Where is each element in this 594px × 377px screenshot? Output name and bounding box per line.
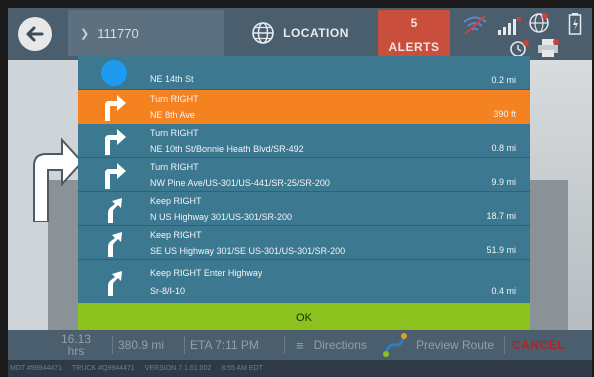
direction-row[interactable]: Keep RIGHT N US Highway 301/US-301/SR-20… bbox=[78, 192, 530, 226]
current-location-dot-icon bbox=[101, 60, 127, 86]
truck-number: TRUCK #Q9944471 bbox=[72, 365, 135, 372]
top-bar: ❯ 111770 LOCATION 5 ALERTS bbox=[8, 8, 592, 60]
clock: 8:55 AM EDT bbox=[221, 365, 263, 372]
trip-time: 16.13 hrs bbox=[56, 330, 96, 360]
sync-icon bbox=[510, 40, 529, 57]
location-label: LOCATION bbox=[283, 26, 349, 40]
keep-right-icon bbox=[108, 198, 122, 223]
keep-right-icon bbox=[108, 271, 122, 296]
bottom-bar: 16.13 hrs 380.9 mi ETA 7:11 PM ≡ Directi… bbox=[8, 330, 592, 360]
direction-street: SE US Highway 301/SE US-301/US-301/SR-20… bbox=[150, 246, 346, 256]
trip-time-unit: hrs bbox=[67, 344, 85, 358]
directions-button[interactable]: ≡ Directions bbox=[296, 330, 367, 360]
battery-icon bbox=[568, 13, 582, 35]
route-selector[interactable]: ❯ 111770 bbox=[68, 10, 224, 56]
globe-status-icon bbox=[529, 13, 549, 33]
divider bbox=[184, 336, 185, 354]
direction-distance: 51.9 mi bbox=[486, 245, 516, 255]
signal-strength-icon bbox=[498, 17, 521, 35]
direction-street: Sr-8/I-10 bbox=[150, 286, 186, 296]
location-button[interactable]: LOCATION bbox=[230, 10, 370, 56]
directions-list-dialog: NE 14th St 0.2 mi Turn RIGHT NE 8th Ave … bbox=[78, 56, 530, 333]
keep-right-icon bbox=[108, 232, 122, 257]
divider bbox=[112, 336, 113, 354]
direction-distance: 9.9 mi bbox=[491, 177, 516, 187]
direction-row[interactable]: Turn RIGHT NE 10th St/Bonnie Heath Blvd/… bbox=[78, 124, 530, 158]
back-button[interactable] bbox=[18, 17, 52, 51]
divider bbox=[284, 336, 285, 354]
direction-distance: 0.4 mi bbox=[491, 286, 516, 296]
trip-distance: 380.9 mi bbox=[118, 338, 165, 352]
cancel-button[interactable]: CANCEL bbox=[512, 330, 565, 360]
turn-right-icon bbox=[105, 129, 126, 155]
direction-maneuver: Turn RIGHT bbox=[150, 128, 199, 138]
footer-status: MDT #99944471 TRUCK #Q9944471 VERSION 7.… bbox=[8, 360, 592, 377]
trip-eta: ETA 7:11 PM bbox=[190, 338, 259, 352]
directions-label: Directions bbox=[313, 338, 367, 352]
direction-distance: 390 ft bbox=[493, 109, 516, 119]
direction-street: NE 10th St/Bonnie Heath Blvd/SR-492 bbox=[150, 144, 304, 154]
chevron-right-icon: ❯ bbox=[80, 27, 90, 40]
status-icons bbox=[456, 10, 592, 58]
direction-street: NE 8th Ave bbox=[150, 110, 195, 120]
ok-button[interactable]: OK bbox=[78, 303, 530, 333]
direction-row[interactable]: NE 14th St 0.2 mi bbox=[78, 56, 530, 90]
globe-icon bbox=[252, 22, 274, 44]
wifi-off-icon bbox=[463, 15, 487, 35]
route-number: 111770 bbox=[97, 25, 139, 41]
direction-distance: 0.2 mi bbox=[491, 75, 516, 85]
mdt-number: MDT #99944471 bbox=[10, 365, 63, 372]
direction-row[interactable]: Keep RIGHT SE US Highway 301/SE US-301/U… bbox=[78, 226, 530, 260]
direction-maneuver: Keep RIGHT Enter Highway bbox=[150, 268, 263, 278]
direction-maneuver: Turn RIGHT bbox=[150, 94, 199, 104]
direction-street: N US Highway 301/US-301/SR-200 bbox=[150, 212, 293, 222]
route-preview-icon bbox=[383, 333, 407, 357]
direction-row-active[interactable]: Turn RIGHT NE 8th Ave 390 ft bbox=[78, 90, 530, 124]
alerts-label: ALERTS bbox=[388, 40, 440, 54]
divider bbox=[504, 336, 505, 354]
turn-right-icon bbox=[105, 95, 126, 121]
direction-maneuver: Turn RIGHT bbox=[150, 162, 199, 172]
preview-route-button[interactable]: Preview Route bbox=[382, 330, 494, 360]
direction-maneuver: Keep RIGHT bbox=[150, 230, 202, 240]
direction-maneuver: Keep RIGHT bbox=[150, 196, 202, 206]
app-version: VERSION 7.1.61.002 bbox=[144, 365, 212, 372]
turn-right-icon bbox=[105, 163, 126, 189]
arrow-left-icon bbox=[26, 26, 44, 42]
direction-distance: 18.7 mi bbox=[486, 211, 516, 221]
direction-row[interactable]: Turn RIGHT NW Pine Ave/US-301/US-441/SR-… bbox=[78, 158, 530, 192]
list-icon: ≡ bbox=[296, 337, 304, 353]
next-turn-arrow-icon bbox=[33, 137, 84, 222]
printer-icon bbox=[538, 39, 559, 57]
direction-street: NW Pine Ave/US-301/US-441/SR-25/SR-200 bbox=[150, 178, 330, 188]
preview-route-label: Preview Route bbox=[416, 338, 495, 352]
direction-distance: 0.8 mi bbox=[491, 143, 516, 153]
direction-street: NE 14th St bbox=[150, 74, 194, 84]
direction-row[interactable]: Keep RIGHT Enter Highway Sr-8/I-10 0.4 m… bbox=[78, 260, 530, 303]
alerts-button[interactable]: 5 ALERTS bbox=[378, 10, 450, 58]
alerts-count: 5 bbox=[410, 16, 418, 30]
